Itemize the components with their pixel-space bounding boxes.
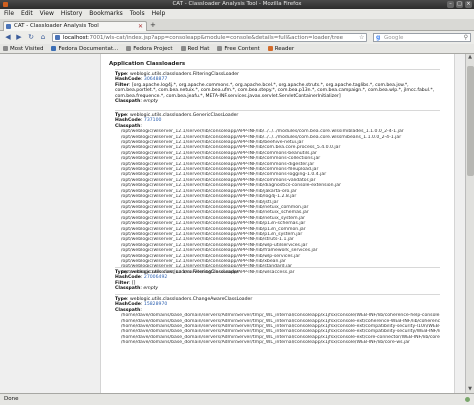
google-icon: g <box>376 34 381 41</box>
search-icon[interactable]: ⚲ <box>464 34 468 42</box>
window-title: CAT - Classloader Analysis Tool - Mozill… <box>172 1 302 7</box>
bookmark-red-hat[interactable]: Red Hat <box>180 44 209 53</box>
classloader-block: Type: weblogic.utils.classloaders.Change… <box>115 294 440 346</box>
back-icon[interactable]: ◀ <box>3 33 13 42</box>
url-host: localhost <box>63 35 88 41</box>
folder-icon <box>3 46 8 51</box>
hashcode-link[interactable]: 27006492 <box>144 275 167 280</box>
tab-bar: CAT - Classloader Analysis Tool ✕ <box>0 19 474 31</box>
search-placeholder: Google <box>384 35 404 41</box>
close-icon[interactable]: × <box>465 1 472 8</box>
page-content: Application Classloaders Type: weblogic.… <box>0 54 465 393</box>
fedora-icon <box>51 46 57 51</box>
bookmarks-toolbar: Most Visited Fedora Documentat... Fedora… <box>0 44 474 54</box>
classpath-entry: /home/dave/domains/base_domain/servers/A… <box>121 340 410 346</box>
site-identity-icon <box>55 35 60 40</box>
hashcode-link[interactable]: 15828970 <box>144 302 167 307</box>
scroll-up-icon[interactable]: ▲ <box>466 54 474 61</box>
menu-help[interactable]: Help <box>152 9 166 19</box>
addon-status-icon <box>465 397 470 402</box>
menu-edit[interactable]: Edit <box>21 9 33 19</box>
url-input[interactable]: localhost:7001/wls-cat/index.jsp?app=con… <box>52 33 367 42</box>
hashcode-link[interactable]: 737100 <box>144 118 162 123</box>
folder-icon <box>180 46 186 51</box>
menu-bookmarks[interactable]: Bookmarks <box>89 9 123 19</box>
menu-bar: File Edit View History Bookmarks Tools H… <box>0 9 474 19</box>
classloader-block: Type: weblogic.utils.classloaders.Filter… <box>115 267 440 292</box>
classloader-block: Type: weblogic.utils.classloaders.Filter… <box>115 69 440 104</box>
tab-cat[interactable]: CAT - Classloader Analysis Tool ✕ <box>3 21 147 31</box>
maximize-icon[interactable]: □ <box>456 1 463 8</box>
bookmark-most-visited[interactable]: Most Visited <box>3 44 43 53</box>
new-tab-icon[interactable]: + <box>150 21 156 30</box>
url-path: :7001/wls-cat/index.jsp?app=consoleapp&m… <box>87 35 343 41</box>
bookmark-reader[interactable]: Reader <box>267 44 294 53</box>
scroll-down-icon[interactable]: ▼ <box>466 386 474 393</box>
bookmark-star-icon[interactable]: ☆ <box>359 33 364 42</box>
tab-favicon <box>6 24 11 29</box>
bookmark-fedora-project[interactable]: Fedora Project <box>126 44 173 53</box>
bookmark-free-content[interactable]: Free Content <box>217 44 260 53</box>
hashcode-link[interactable]: 30648877 <box>144 77 167 82</box>
status-bar: Done <box>0 393 474 405</box>
navigation-bar: ◀ ▶ ↻ ⌂ localhost:7001/wls-cat/index.jsp… <box>0 31 474 44</box>
classloader-block: Type: weblogic.utils.classloaders.Generi… <box>115 110 440 275</box>
home-icon[interactable]: ⌂ <box>38 33 48 42</box>
tab-label: CAT - Classloader Analysis Tool <box>14 23 99 29</box>
menu-view[interactable]: View <box>40 9 54 19</box>
window-controls: – □ × <box>447 1 472 8</box>
window-titlebar: CAT - Classloader Analysis Tool - Mozill… <box>0 0 474 9</box>
menu-tools[interactable]: Tools <box>130 9 145 19</box>
rss-icon <box>267 46 273 51</box>
classpath-entry: /opt/weblogic/wlserver_12.1/server/lib/c… <box>121 129 404 135</box>
folder-icon <box>126 46 132 51</box>
page-scrollbar[interactable]: ▲ ▼ <box>465 54 474 393</box>
section-title: Application Classloaders <box>109 61 186 67</box>
reload-icon[interactable]: ↻ <box>26 33 36 42</box>
classloader-panel: Application Classloaders Type: weblogic.… <box>100 54 455 393</box>
search-input[interactable]: g Google ⚲ <box>373 33 471 42</box>
status-text: Done <box>4 396 19 402</box>
minimize-icon[interactable]: – <box>447 1 454 8</box>
tab-close-icon[interactable]: ✕ <box>138 22 143 31</box>
menu-file[interactable]: File <box>4 9 14 19</box>
classpath-value: empty <box>143 99 159 105</box>
filter-value: [org.apache.log4j.*, org.apache.commons.… <box>115 82 435 99</box>
forward-icon[interactable]: ▶ <box>14 33 24 42</box>
firefox-icon <box>3 2 8 7</box>
bookmark-fedora-docs[interactable]: Fedora Documentat... <box>51 44 118 53</box>
menu-history[interactable]: History <box>61 9 82 19</box>
scrollbar-thumb[interactable] <box>467 66 474 176</box>
classpath-value: empty <box>143 286 159 292</box>
classpath-entry: /home/dave/domains/base_domain/servers/A… <box>121 313 440 319</box>
folder-icon <box>217 46 223 51</box>
